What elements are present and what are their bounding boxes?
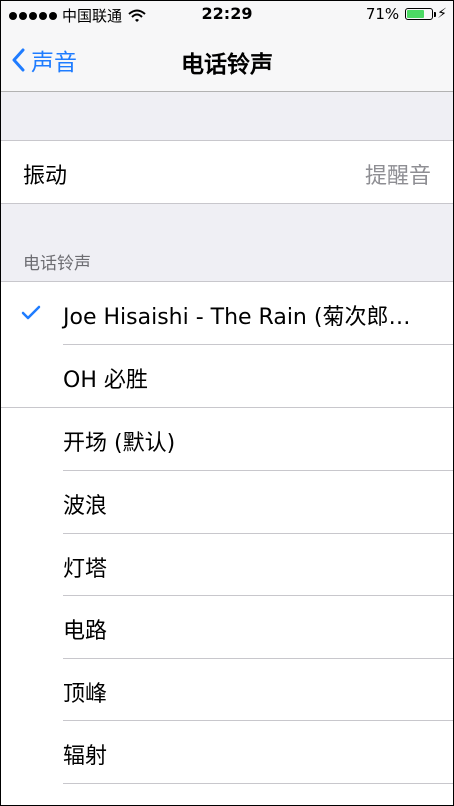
vibration-value: 提醒音 [364, 164, 431, 189]
checkmark-icon [21, 305, 41, 320]
page-title: 电话铃声 [181, 52, 273, 78]
vibration-row[interactable]: 振动 提醒音 [1, 140, 453, 204]
list-item[interactable]: 辐射 [1, 721, 453, 783]
list-item[interactable]: 电路 [1, 596, 453, 658]
list-item[interactable]: 灯塔 [1, 534, 453, 596]
list-item[interactable]: OH 必胜 [1, 345, 453, 407]
ringtone-label: 波浪 [63, 494, 108, 519]
ringtone-label: 开场 (默认) [63, 431, 176, 456]
charging-icon: ⚡ [437, 6, 447, 22]
phone-screen: 中国联通 22:29 71% ⚡ 声音 电话铃声 振动 提醒音 电话铃声 Joe… [0, 0, 454, 806]
ringtone-label: 电路 [63, 619, 108, 644]
status-right: 71% ⚡ [366, 5, 447, 23]
list-item[interactable]: 开场 (默认) [1, 408, 453, 470]
ringtones-group: 开场 (默认) 波浪 灯塔 电路 顶峰 辐射 [1, 408, 453, 805]
battery-percent: 71% [365, 5, 400, 23]
ringtone-label: 辐射 [63, 744, 108, 769]
list-item[interactable]: Joe Hisaishi - The Rain (菊次郎… [1, 282, 453, 344]
ringtone-label: 灯塔 [63, 557, 108, 582]
divider [63, 783, 453, 784]
status-bar: 中国联通 22:29 71% ⚡ [1, 1, 453, 29]
ringtone-label: Joe Hisaishi - The Rain (菊次郎… [63, 305, 411, 330]
section-header: 电话铃声 [23, 254, 91, 274]
list-item[interactable]: 顶峰 [1, 659, 453, 721]
navigation-bar: 声音 电话铃声 [1, 29, 453, 92]
ringtone-label: OH 必胜 [63, 368, 148, 393]
list-item[interactable]: 波浪 [1, 471, 453, 533]
custom-ringtones-group: Joe Hisaishi - The Rain (菊次郎… OH 必胜 [1, 281, 453, 408]
battery-icon [405, 8, 437, 20]
ringtone-label: 顶峰 [63, 682, 108, 707]
vibration-label: 振动 [23, 164, 68, 189]
